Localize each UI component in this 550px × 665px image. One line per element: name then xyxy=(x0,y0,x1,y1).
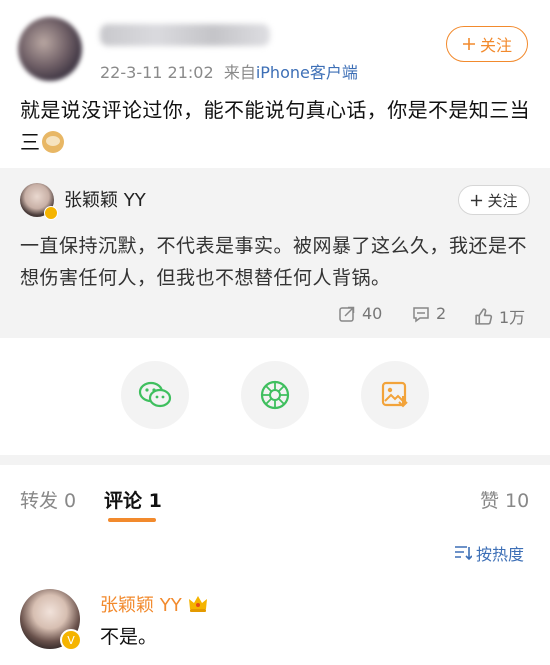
share-wechat-button[interactable] xyxy=(121,361,189,429)
repost-follow-label: 关注 xyxy=(487,191,518,210)
doge-emoji-icon xyxy=(42,131,65,153)
sort-icon xyxy=(455,546,472,561)
tab-comment[interactable]: 评论 1 xyxy=(104,486,162,513)
thumbs-up-icon xyxy=(475,307,493,325)
post-source[interactable]: iPhone客户端 xyxy=(256,63,358,82)
section-divider xyxy=(0,455,550,465)
wechat-icon xyxy=(138,381,172,408)
post-body: 就是说没评论过你，能不能说句真心话，你是不是知三当三 xyxy=(20,98,530,154)
moments-icon xyxy=(260,380,290,410)
tab-repost[interactable]: 转发 0 xyxy=(20,486,76,513)
commenter-name[interactable]: 张颖颖 YY xyxy=(100,591,208,617)
repost-icon xyxy=(339,306,355,322)
repost-count[interactable]: 40 xyxy=(338,304,382,323)
post-datetime: 22-3-11 21:02 xyxy=(100,63,214,82)
like-count[interactable]: 1万 xyxy=(474,304,525,328)
like-count-value: 1万 xyxy=(499,308,526,327)
plus-icon xyxy=(471,194,483,206)
active-tab-indicator xyxy=(108,518,156,522)
comment-count-value: 2 xyxy=(436,304,447,323)
post-from-prefix: 来自 xyxy=(223,63,256,82)
comment-text: 不是。 xyxy=(100,626,158,648)
author-name-blurred[interactable]: •••••••••• xyxy=(100,24,270,46)
commenter-name-text: 张颖颖 YY xyxy=(100,595,182,616)
save-image-icon xyxy=(381,381,408,408)
post-text: 就是说没评论过你，能不能说句真心话，你是不是知三当三 xyxy=(20,94,535,158)
plus-icon xyxy=(462,38,475,50)
post-meta: 22-3-11 21:02 来自iPhone客户端 xyxy=(100,59,358,83)
repost-follow-button[interactable]: 关注 xyxy=(458,185,530,215)
follow-label: 关注 xyxy=(479,36,512,55)
crown-icon xyxy=(188,596,207,612)
save-image-button[interactable] xyxy=(361,361,429,429)
follow-button[interactable]: 关注 xyxy=(446,26,528,62)
share-moments-button[interactable] xyxy=(241,361,309,429)
comment-icon xyxy=(413,306,429,322)
repost-count-value: 40 xyxy=(362,304,383,323)
verified-v-badge-icon: V xyxy=(60,629,82,651)
sort-label: 按热度 xyxy=(476,545,525,564)
verified-badge-icon xyxy=(44,206,58,220)
tab-like[interactable]: 赞 10 xyxy=(480,486,529,513)
repost-author-name[interactable]: 张颖颖 YY xyxy=(64,186,146,212)
author-avatar[interactable] xyxy=(18,17,82,81)
sort-by-hot-button[interactable]: 按热度 xyxy=(454,541,524,565)
repost-text: 一直保持沉默，不代表是事实。被网暴了这么久，我还是不想伤害任何人，但我也不想替任… xyxy=(20,235,528,289)
comment-count[interactable]: 2 xyxy=(412,304,446,323)
